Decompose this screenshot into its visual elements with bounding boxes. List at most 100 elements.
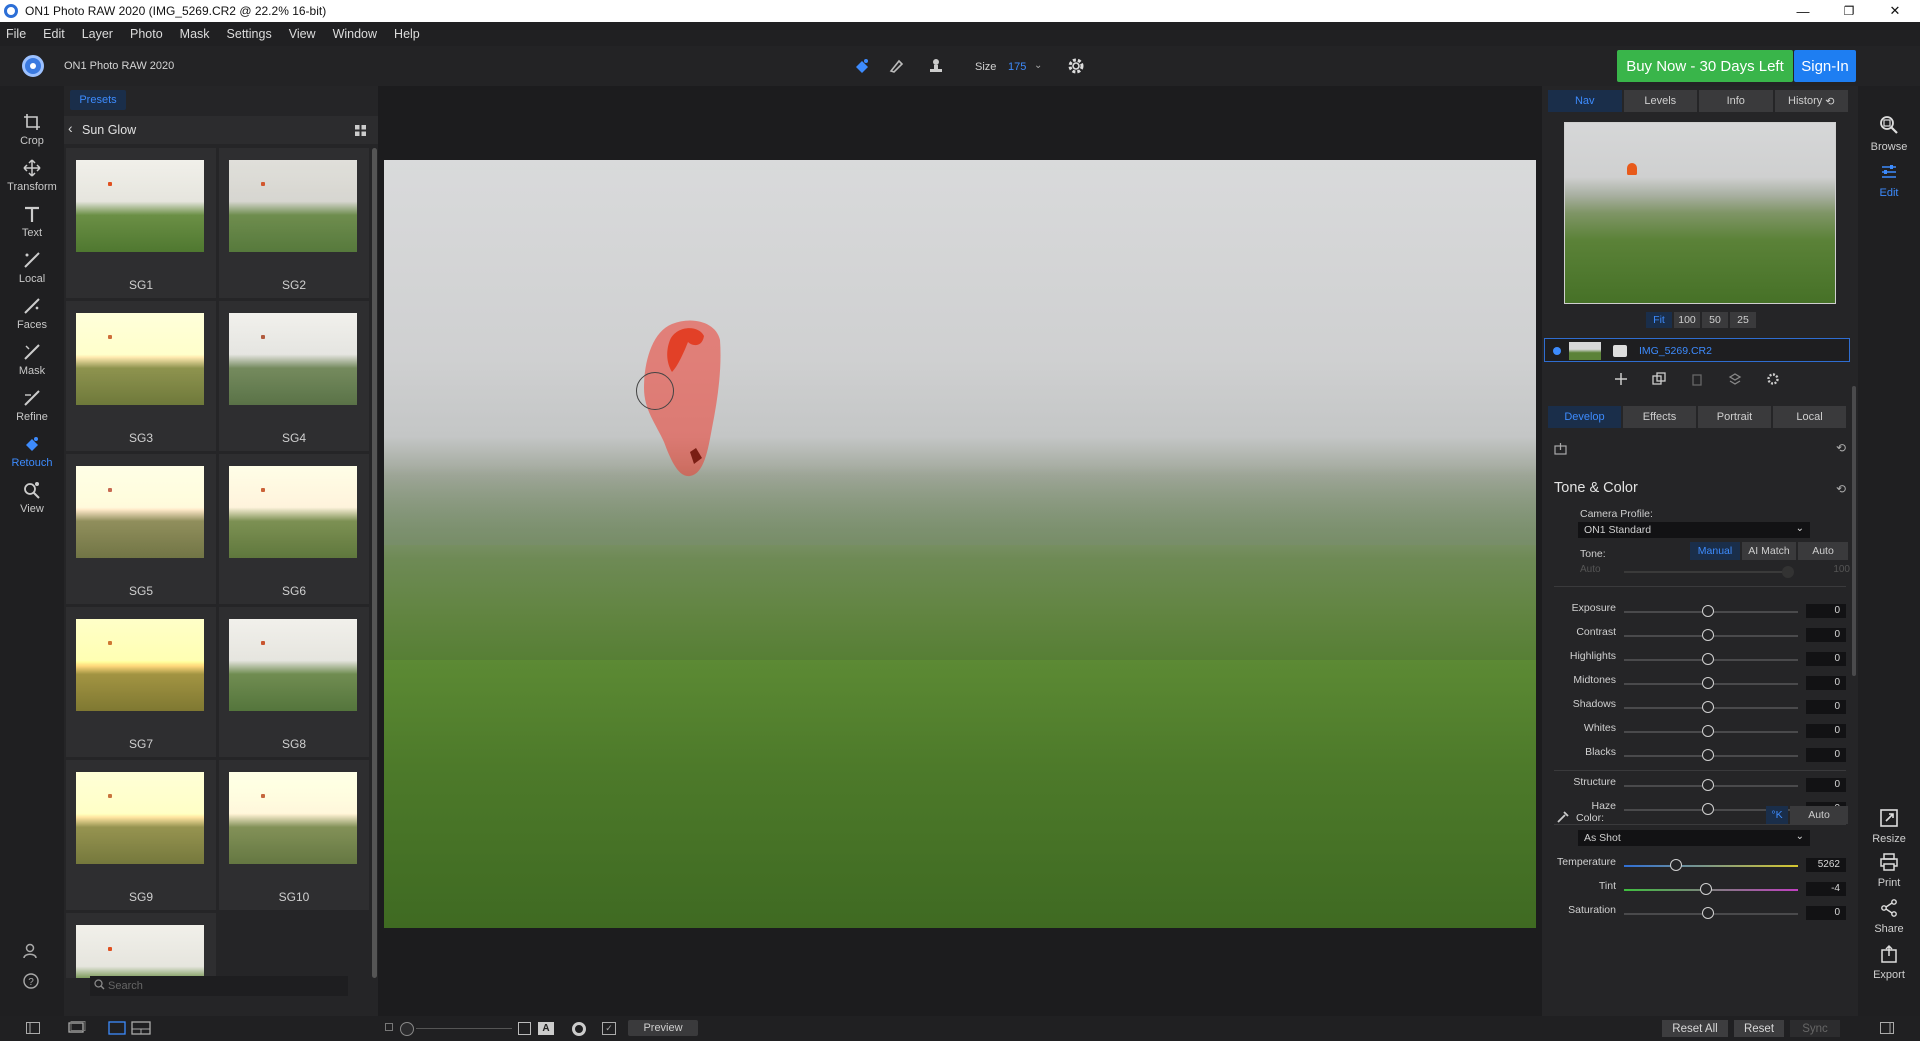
shadows-slider[interactable]: Shadows 0: [1542, 698, 1858, 718]
tone-auto-button[interactable]: Auto: [1798, 542, 1848, 560]
grid-view-icon[interactable]: [355, 125, 366, 136]
tool-retouch[interactable]: Retouch: [0, 432, 64, 476]
slider-knob[interactable]: [1702, 749, 1714, 761]
preview-button[interactable]: Preview: [628, 1020, 698, 1036]
slider-knob[interactable]: [1670, 859, 1682, 871]
slider-value-field[interactable]: 0: [1806, 676, 1846, 690]
menu-file[interactable]: File: [6, 27, 26, 41]
presets-scrollbar[interactable]: [372, 148, 377, 978]
delete-layer-icon[interactable]: [1678, 372, 1716, 386]
clone-stamp-icon[interactable]: [924, 54, 948, 78]
reset-develop-icon[interactable]: ⟲: [1836, 441, 1846, 455]
slider-value-field[interactable]: 0: [1806, 628, 1846, 642]
menu-help[interactable]: Help: [394, 27, 420, 41]
preset-tile[interactable]: SG7: [66, 607, 216, 757]
back-chevron-icon[interactable]: ‹: [68, 120, 73, 136]
chevron-down-icon[interactable]: ⌄: [1034, 60, 1042, 71]
slider-knob[interactable]: [1702, 779, 1714, 791]
slider-value-field[interactable]: 0: [1806, 906, 1846, 920]
slider-value-field[interactable]: -4: [1806, 882, 1846, 896]
zoom-out-square-icon[interactable]: [385, 1023, 393, 1031]
slider-value-field[interactable]: 5262: [1806, 858, 1846, 872]
camera-profile-select[interactable]: ON1 Standard ⌄: [1578, 522, 1810, 538]
save-preset-icon[interactable]: [1554, 442, 1567, 458]
tab-info[interactable]: Info: [1699, 90, 1773, 112]
right-panel-scrollbar[interactable]: [1852, 386, 1856, 676]
blacks-slider[interactable]: Blacks 0: [1542, 746, 1858, 766]
close-button[interactable]: ✕: [1872, 0, 1918, 22]
toggle-left-panel-icon[interactable]: [26, 1022, 40, 1037]
tool-mask[interactable]: Mask: [0, 340, 64, 384]
exposure-slider[interactable]: Exposure 0: [1542, 602, 1858, 622]
slider-knob[interactable]: [1702, 725, 1714, 737]
saturation-slider[interactable]: Saturation 0: [1542, 904, 1858, 924]
whites-slider[interactable]: Whites 0: [1542, 722, 1858, 742]
tab-nav[interactable]: Nav: [1548, 90, 1622, 112]
gear-icon[interactable]: [1064, 54, 1088, 78]
slider-value-field[interactable]: 0: [1806, 700, 1846, 714]
tool-transform[interactable]: Transform: [0, 156, 64, 200]
preset-tile[interactable]: SG5: [66, 454, 216, 604]
layer-mask-icon[interactable]: [1613, 345, 1627, 357]
layer-settings-gear-icon[interactable]: [1754, 372, 1792, 386]
preset-tile[interactable]: SG2: [219, 148, 369, 298]
photo-preview[interactable]: [384, 160, 1536, 928]
healing-brush-icon[interactable]: [884, 54, 908, 78]
module-resize[interactable]: Resize: [1858, 808, 1920, 845]
add-layer-icon[interactable]: [1602, 372, 1640, 386]
single-view-icon[interactable]: [108, 1021, 126, 1038]
slider-value-field[interactable]: 0: [1806, 778, 1846, 792]
slider-knob[interactable]: [1702, 605, 1714, 617]
sync-button[interactable]: Sync: [1790, 1020, 1840, 1037]
zoom-slider-track[interactable]: [416, 1028, 512, 1029]
kelvin-toggle[interactable]: °K: [1766, 806, 1788, 824]
tab-effects[interactable]: Effects: [1623, 406, 1696, 428]
zoom-100-button[interactable]: 100: [1674, 312, 1700, 328]
menu-layer[interactable]: Layer: [82, 27, 113, 41]
slider-track[interactable]: [1624, 865, 1798, 867]
compare-view-icon[interactable]: [131, 1021, 151, 1038]
brush-size-value[interactable]: 175: [1008, 61, 1026, 73]
menu-settings[interactable]: Settings: [227, 27, 272, 41]
tab-portrait[interactable]: Portrait: [1698, 406, 1771, 428]
structure-slider[interactable]: Structure 0: [1542, 776, 1858, 796]
highlights-slider[interactable]: Highlights 0: [1542, 650, 1858, 670]
tab-presets[interactable]: Presets: [70, 90, 126, 110]
buy-now-button[interactable]: Buy Now - 30 Days Left: [1617, 50, 1793, 82]
slider-knob[interactable]: [1702, 653, 1714, 665]
help-icon[interactable]: ?: [22, 972, 40, 993]
module-share[interactable]: Share: [1858, 898, 1920, 935]
preset-tile[interactable]: SG9: [66, 760, 216, 910]
tab-levels[interactable]: Levels: [1623, 90, 1697, 112]
preset-tile[interactable]: SG8: [219, 607, 369, 757]
module-browse[interactable]: Browse: [1858, 114, 1920, 153]
slider-knob[interactable]: [1702, 629, 1714, 641]
minimize-button[interactable]: —: [1780, 0, 1826, 22]
layer-visibility-icon[interactable]: [1553, 347, 1561, 355]
tone-ai-match-button[interactable]: AI Match: [1742, 542, 1796, 560]
preset-tile[interactable]: SG4: [219, 301, 369, 451]
tab-develop[interactable]: Develop: [1548, 406, 1621, 428]
filmstrip-view-icon[interactable]: [68, 1021, 86, 1038]
menu-window[interactable]: Window: [333, 27, 377, 41]
slider-knob[interactable]: [1702, 677, 1714, 689]
toggle-right-panel-icon[interactable]: [1880, 1022, 1894, 1037]
eyedropper-icon[interactable]: [1556, 810, 1570, 827]
module-print[interactable]: Print: [1858, 852, 1920, 889]
slider-knob[interactable]: [1702, 803, 1714, 815]
contrast-slider[interactable]: Contrast 0: [1542, 626, 1858, 646]
sign-in-button[interactable]: Sign-In: [1794, 50, 1856, 82]
menu-mask[interactable]: Mask: [180, 27, 210, 41]
slider-knob[interactable]: [1700, 883, 1712, 895]
color-auto-button[interactable]: Auto: [1790, 806, 1848, 824]
slider-value-field[interactable]: 0: [1806, 724, 1846, 738]
reset-tone-icon[interactable]: ⟲: [1836, 482, 1846, 496]
reset-button[interactable]: Reset: [1734, 1020, 1784, 1037]
tool-view[interactable]: View: [0, 478, 64, 522]
menu-edit[interactable]: Edit: [43, 27, 65, 41]
tool-text[interactable]: Text: [0, 202, 64, 246]
user-icon[interactable]: [22, 942, 40, 963]
preset-tile[interactable]: SG6: [219, 454, 369, 604]
duplicate-layer-icon[interactable]: [1640, 372, 1678, 386]
zoom-fit-button[interactable]: Fit: [1646, 312, 1672, 328]
